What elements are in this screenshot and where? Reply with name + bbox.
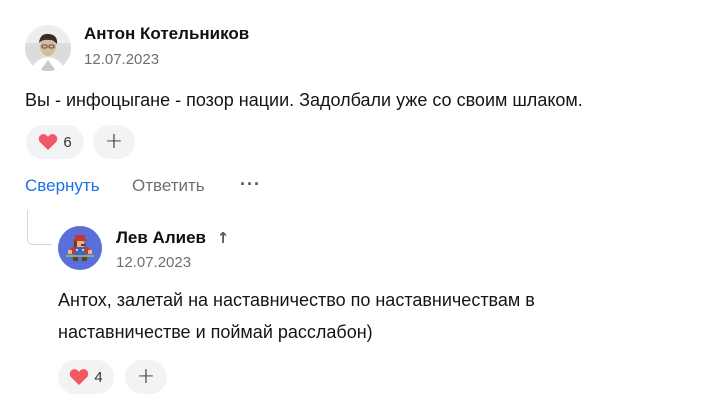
plus-icon: + (104, 129, 124, 154)
reply-text: Антох, залетай на наставничество по наст… (58, 290, 535, 342)
comment-text: Вы - инфоцыгане - позор нации. Задолбали… (25, 90, 583, 110)
like-count: 6 (63, 133, 72, 151)
collapse-button[interactable]: Свернуть (25, 176, 100, 196)
add-reaction-button[interactable]: + (93, 125, 135, 159)
reply-like-button[interactable]: 4 (58, 360, 114, 394)
avatar-lev[interactable] (58, 226, 102, 270)
avatar-anton[interactable] (25, 25, 71, 71)
comment-author[interactable]: Антон Котельников (84, 24, 249, 44)
thread-connector (27, 210, 52, 245)
comment-date: 12.07.2023 (84, 51, 160, 68)
reply-add-reaction-button[interactable]: + (125, 360, 167, 394)
reply-like-count: 4 (94, 368, 103, 386)
more-dots-icon[interactable]: ··· (240, 174, 261, 195)
heart-icon (38, 133, 58, 151)
reply-button[interactable]: Ответить (132, 176, 205, 196)
heart-icon (69, 368, 89, 386)
like-button[interactable]: 6 (26, 125, 84, 159)
reply-date: 12.07.2023 (116, 254, 192, 271)
reply-author[interactable]: Лев Алиев ↑ (116, 228, 229, 248)
reply-author-name[interactable]: Лев Алиев (116, 228, 206, 247)
arrow-up-icon: ↑ (216, 229, 230, 247)
plus-icon: + (136, 364, 156, 389)
